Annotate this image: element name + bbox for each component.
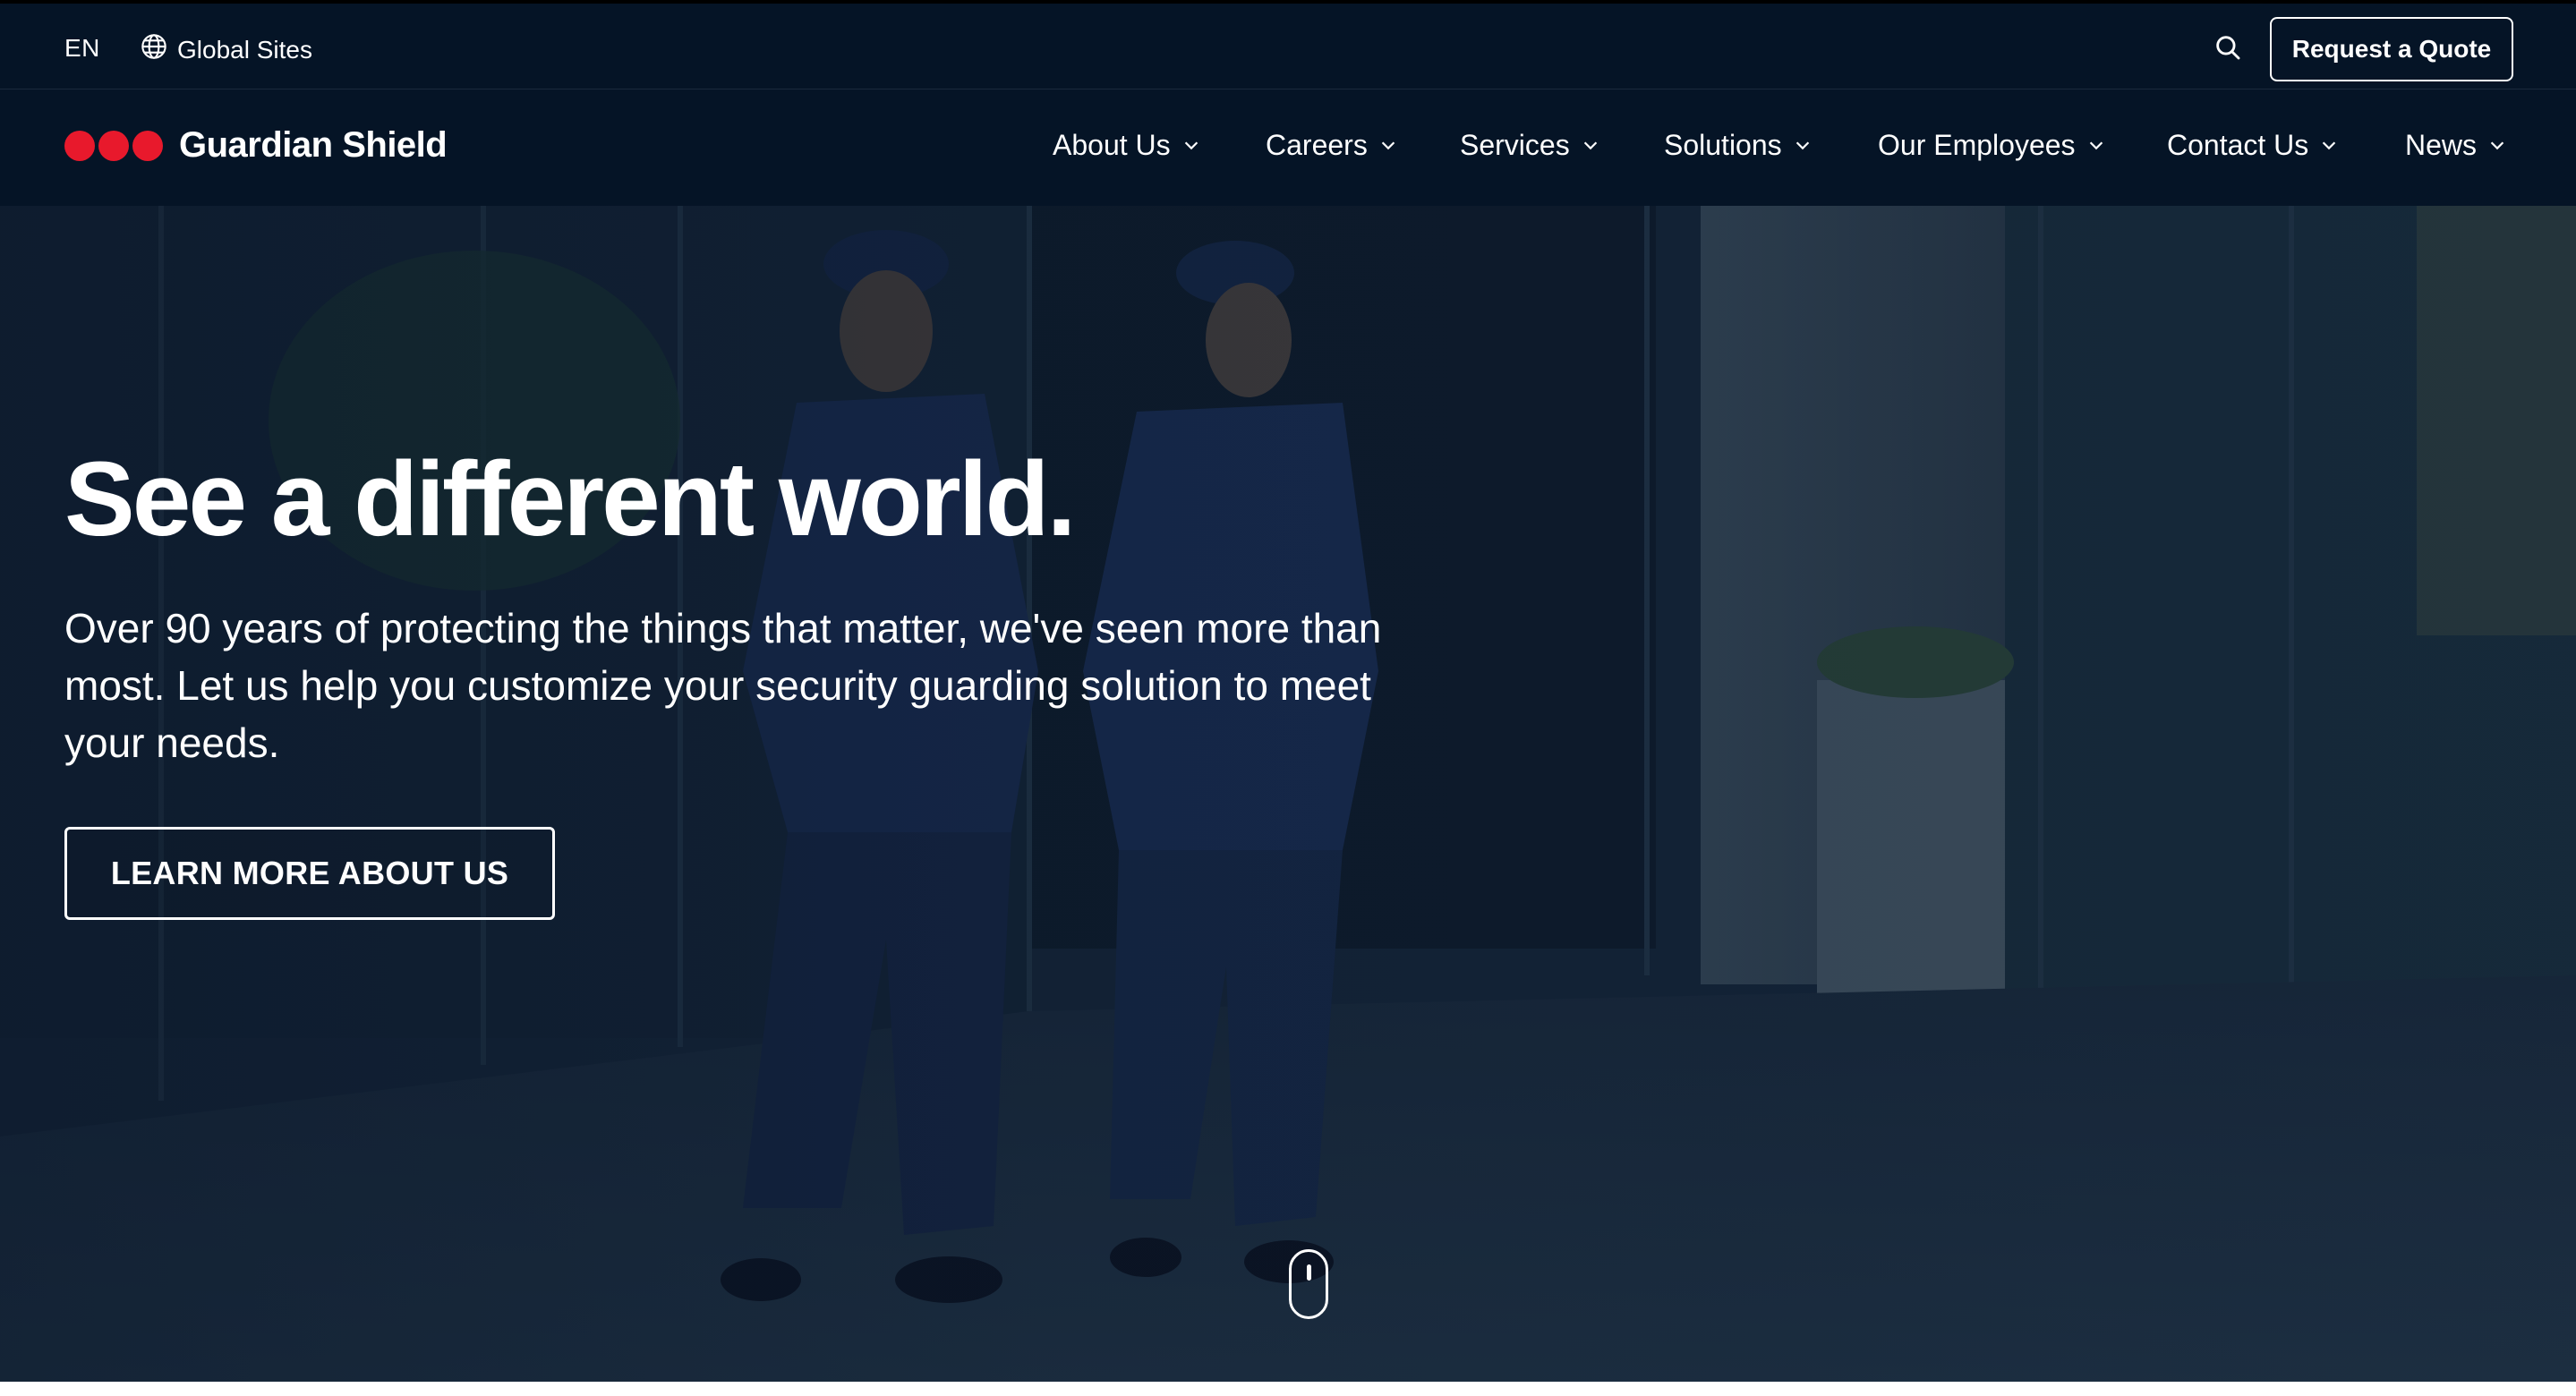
hero-subtitle: Over 90 years of protecting the things t… — [64, 605, 1382, 766]
nav-label: Careers — [1266, 129, 1368, 161]
nav-our-employees[interactable]: Our Employees — [1878, 129, 2106, 162]
nav-label: Services — [1460, 129, 1570, 161]
nav-label: Contact Us — [2167, 129, 2309, 161]
nav-label: Our Employees — [1878, 129, 2076, 161]
learn-more-button[interactable]: LEARN MORE ABOUT US — [64, 827, 555, 920]
request-quote-button[interactable]: Request a Quote — [2270, 17, 2513, 81]
nav-news[interactable]: News — [2405, 129, 2507, 162]
chevron-down-icon — [1181, 129, 1201, 162]
nav-about-us[interactable]: About Us — [1053, 129, 1201, 162]
chevron-down-icon — [1581, 129, 1600, 162]
language-selector[interactable]: EN — [64, 34, 100, 63]
chevron-down-icon — [1378, 129, 1398, 162]
nav-services[interactable]: Services — [1460, 129, 1600, 162]
logo-mark — [64, 130, 163, 161]
global-sites-link[interactable]: Global Sites — [140, 32, 312, 67]
page: EN Global Sites Request a Quote Guardian… — [0, 0, 2576, 1382]
main-nav: Guardian Shield About Us Careers Service… — [0, 89, 2576, 206]
nav-label: News — [2405, 129, 2478, 161]
nav-label: Solutions — [1664, 129, 1782, 161]
scroll-down-mouse-icon[interactable] — [1289, 1249, 1328, 1319]
search-icon — [2213, 32, 2243, 67]
globe-icon — [140, 32, 168, 67]
search-button[interactable] — [2211, 32, 2245, 66]
nav-careers[interactable]: Careers — [1266, 129, 1398, 162]
nav-contact-us[interactable]: Contact Us — [2167, 129, 2339, 162]
brand-name: Guardian Shield — [179, 125, 448, 165]
chevron-down-icon — [1793, 129, 1813, 162]
global-sites-label: Global Sites — [177, 35, 312, 64]
hero-overlay — [0, 206, 2576, 1382]
brand-logo[interactable]: Guardian Shield — [64, 125, 448, 166]
utility-bar: EN Global Sites Request a Quote — [0, 0, 2576, 89]
mouse-wheel-icon — [1307, 1264, 1311, 1281]
chevron-down-icon — [2319, 129, 2339, 162]
hero-section: See a different world. Over 90 years of … — [0, 206, 2576, 1382]
nav-label: About Us — [1053, 129, 1171, 161]
chevron-down-icon — [2086, 129, 2106, 162]
nav-solutions[interactable]: Solutions — [1664, 129, 1813, 162]
chevron-down-icon — [2487, 129, 2507, 162]
hero-title: See a different world. — [64, 440, 1076, 558]
